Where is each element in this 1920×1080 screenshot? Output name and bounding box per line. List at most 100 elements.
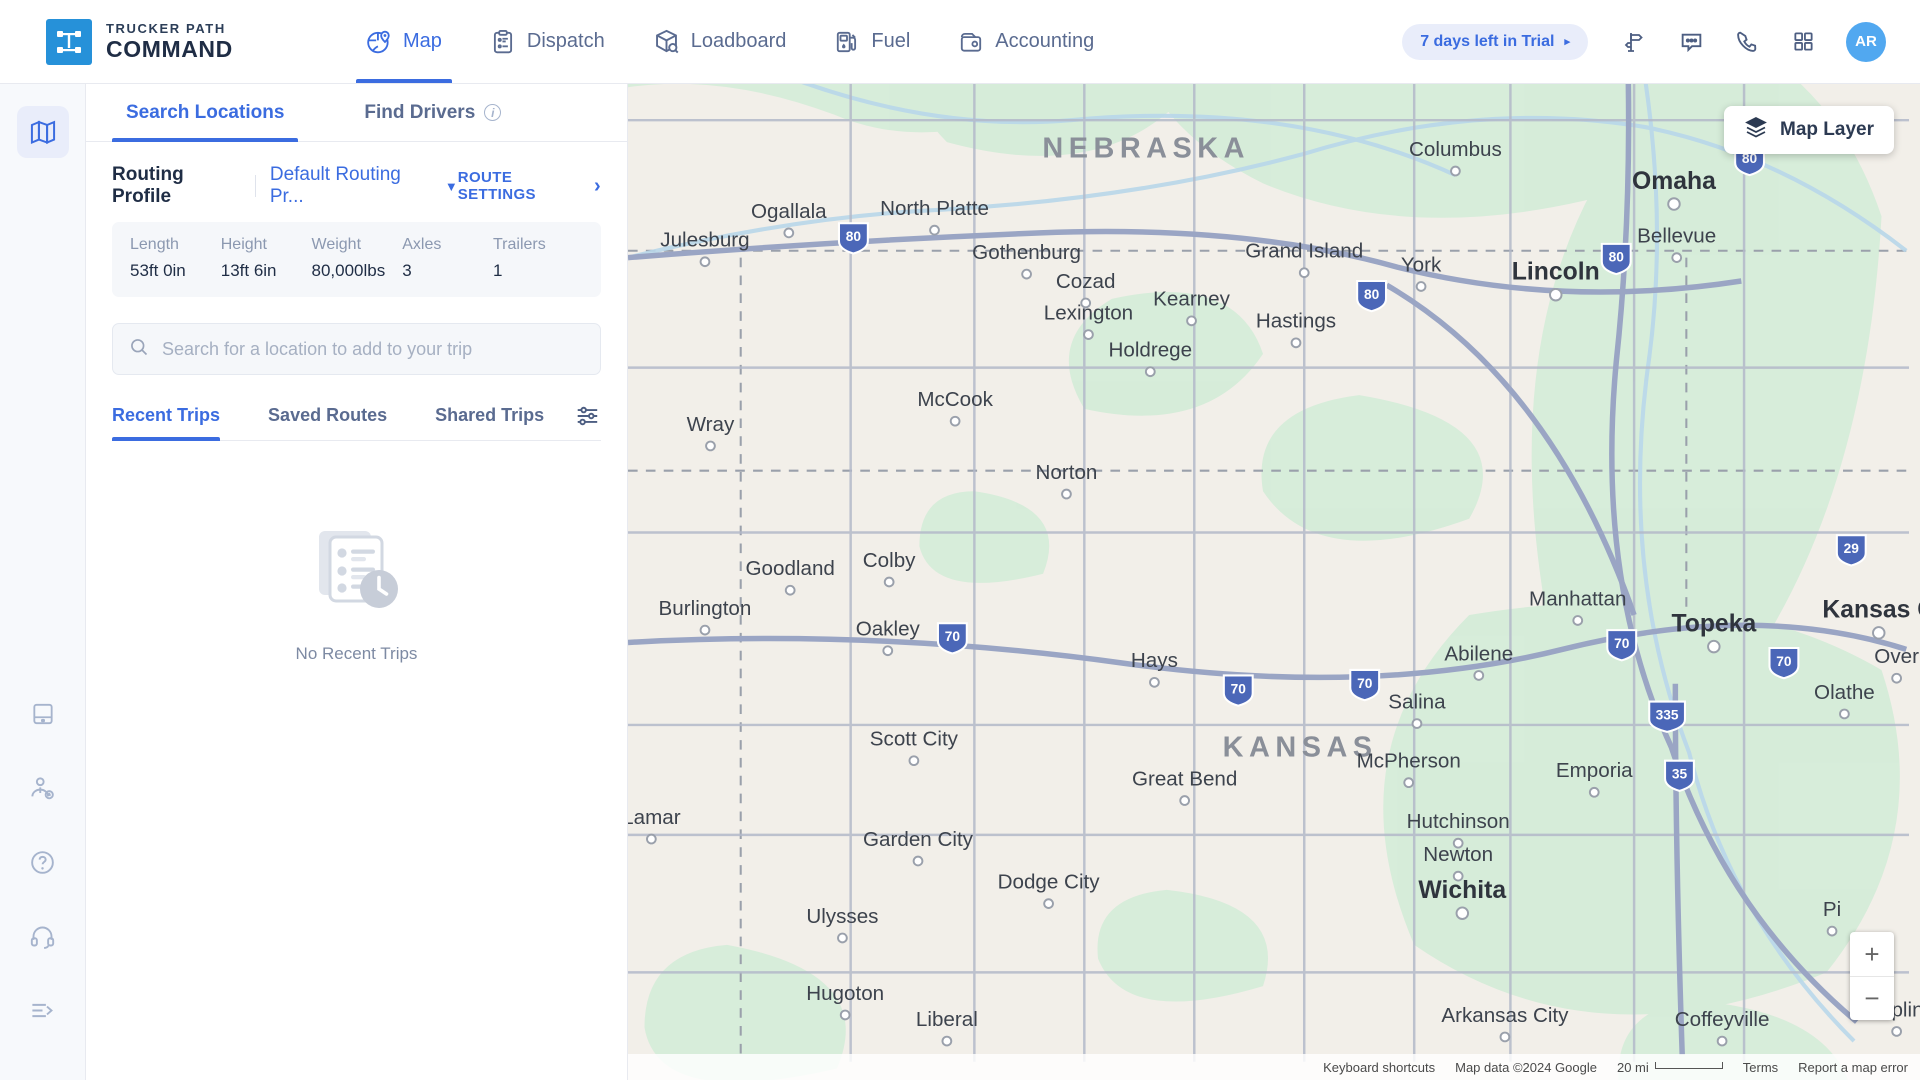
- rail-item-support[interactable]: [17, 910, 69, 962]
- map-city-dot: [1021, 268, 1032, 280]
- map-city-label: Gothenburg: [972, 241, 1081, 264]
- zoom-out-button[interactable]: −: [1850, 976, 1894, 1020]
- spec-length-key: Length: [130, 236, 179, 253]
- nav-label-loadboard: Loadboard: [690, 30, 787, 52]
- map-city-dot: [1671, 252, 1683, 263]
- map-city-label: Liberal: [916, 1008, 978, 1031]
- tab-find-drivers[interactable]: Find Drivers i: [324, 84, 541, 141]
- brand-logo[interactable]: TRUCKER PATH COMMAND: [0, 18, 330, 65]
- tab-search-locations[interactable]: Search Locations: [86, 84, 324, 142]
- spec-weight-key: Weight: [311, 236, 362, 253]
- highway-shield: 70: [1768, 646, 1800, 680]
- terms-link[interactable]: Terms: [1743, 1060, 1778, 1075]
- map-city-dot: [1403, 777, 1415, 789]
- rail-item-device[interactable]: [17, 688, 69, 740]
- filter-sliders-icon[interactable]: [575, 403, 601, 434]
- nav-item-loadboard[interactable]: Loadboard: [631, 0, 809, 83]
- tab-shared-trips[interactable]: Shared Trips: [435, 405, 544, 440]
- map-city-label: Lexington: [1044, 301, 1133, 324]
- svg-text:80: 80: [1364, 287, 1380, 302]
- wallet-icon: [958, 29, 984, 55]
- map-city-dot: [1872, 626, 1886, 640]
- chat-bubble-icon[interactable]: [1666, 17, 1716, 67]
- tab-saved-routes[interactable]: Saved Routes: [268, 405, 387, 440]
- map-layer-button[interactable]: Map Layer: [1724, 106, 1894, 154]
- rail-item-help[interactable]: [17, 836, 69, 888]
- info-icon[interactable]: i: [484, 104, 502, 121]
- nav-label-accounting: Accounting: [995, 30, 1095, 52]
- trial-status-button[interactable]: 7 days left in Trial ▸: [1402, 23, 1588, 60]
- rail-item-map[interactable]: [16, 106, 69, 158]
- map-city-label: Oakley: [856, 618, 921, 641]
- map-city-dot: [1891, 1026, 1902, 1037]
- map-city-label: McCook: [917, 388, 993, 411]
- rail-item-driver-tracking[interactable]: [17, 762, 69, 814]
- map-city-dot: [1144, 366, 1156, 378]
- map-state-label: NEBRASKA: [1042, 132, 1250, 164]
- map-city-label: Colby: [863, 549, 916, 572]
- map-city-dot: [699, 624, 711, 636]
- truck-chassis-icon: [46, 18, 92, 65]
- map-city-label: Kansas C: [1822, 597, 1920, 624]
- zoom-in-button[interactable]: +: [1850, 932, 1894, 976]
- rail-item-collapse[interactable]: [17, 984, 69, 1036]
- spec-height: Height 13ft 6in: [221, 236, 312, 281]
- map-city-dot: [1415, 281, 1427, 292]
- routing-profile-row: Routing Profile Default Routing Pr... ▼ …: [86, 142, 627, 222]
- report-error-link[interactable]: Report a map error: [1798, 1060, 1908, 1075]
- highway-shield: 335: [1648, 700, 1686, 733]
- avatar[interactable]: AR: [1846, 21, 1886, 62]
- map-city-label: Olathe: [1814, 681, 1875, 704]
- panel-tab-bar: Search Locations Find Drivers i: [86, 84, 627, 142]
- map-city-label: McPherson: [1357, 750, 1461, 773]
- search-icon: [129, 337, 149, 362]
- highway-shield: 29: [1835, 534, 1867, 567]
- map-state-label: KANSAS: [1223, 732, 1378, 764]
- nav-item-fuel[interactable]: Fuel: [812, 0, 932, 83]
- search-input[interactable]: [162, 338, 584, 360]
- spec-axles-value: 3: [402, 261, 412, 280]
- nav-item-accounting[interactable]: Accounting: [936, 0, 1116, 83]
- apps-grid-icon[interactable]: [1778, 17, 1828, 67]
- nav-label-map: Map: [403, 30, 442, 52]
- map-city-label: Abilene: [1444, 642, 1513, 665]
- route-settings-button[interactable]: ROUTE SETTINGS ›: [458, 169, 601, 203]
- documents-clock-icon: [311, 527, 403, 618]
- map-city-label: Hays: [1131, 649, 1178, 672]
- app-header: TRUCKER PATH COMMAND Map Dispatch Loadbo…: [0, 0, 1920, 84]
- map-city-dot: [949, 415, 961, 427]
- map-city-label: Scott City: [870, 728, 959, 751]
- map-city-dot: [883, 576, 895, 588]
- map-city-label: Burlington: [659, 597, 752, 620]
- svg-text:35: 35: [1672, 767, 1688, 782]
- map-city-dot: [1473, 670, 1485, 681]
- chevron-right-icon: ›: [593, 174, 601, 197]
- signpost-icon[interactable]: [1610, 17, 1660, 67]
- nav-item-dispatch[interactable]: Dispatch: [468, 0, 627, 83]
- map-zoom-controls: + −: [1850, 932, 1894, 1020]
- map-city-dot: [784, 584, 796, 596]
- map-city-label: Ogallala: [751, 200, 827, 223]
- map-city-dot: [1043, 898, 1054, 909]
- location-search-box[interactable]: [112, 323, 601, 375]
- brand-bottom-text: COMMAND: [106, 36, 233, 62]
- tab-recent-trips[interactable]: Recent Trips: [112, 405, 221, 441]
- map-city-label: Hutchinson: [1407, 810, 1510, 833]
- spec-length-value: 53ft 0in: [130, 261, 186, 280]
- routing-profile-value[interactable]: Default Routing Pr...: [270, 164, 431, 208]
- map-canvas[interactable]: NEBRASKAKANSASO'NeillNorfolkColumbusOmah…: [628, 84, 1920, 1080]
- chevron-down-icon[interactable]: ▼: [445, 179, 458, 194]
- trip-tab-bar: Recent Trips Saved Routes Shared Trips: [112, 405, 601, 441]
- phone-icon[interactable]: [1722, 17, 1772, 67]
- map-city-label: Wichita: [1418, 877, 1506, 904]
- highway-shield: 70: [1606, 629, 1638, 662]
- keyboard-shortcuts-link[interactable]: Keyboard shortcuts: [1323, 1060, 1435, 1075]
- map-city-label: Over: [1874, 645, 1919, 668]
- map-attribution-bar: Keyboard shortcuts Map data ©2024 Google…: [628, 1054, 1920, 1080]
- nav-item-map[interactable]: Map: [344, 0, 464, 83]
- map-city-dot: [1298, 267, 1310, 279]
- map-city-dot: [929, 224, 940, 236]
- left-panel: Search Locations Find Drivers i Routing …: [86, 84, 628, 1080]
- spec-height-value: 13ft 6in: [220, 261, 277, 280]
- map-city-dot: [1707, 639, 1721, 654]
